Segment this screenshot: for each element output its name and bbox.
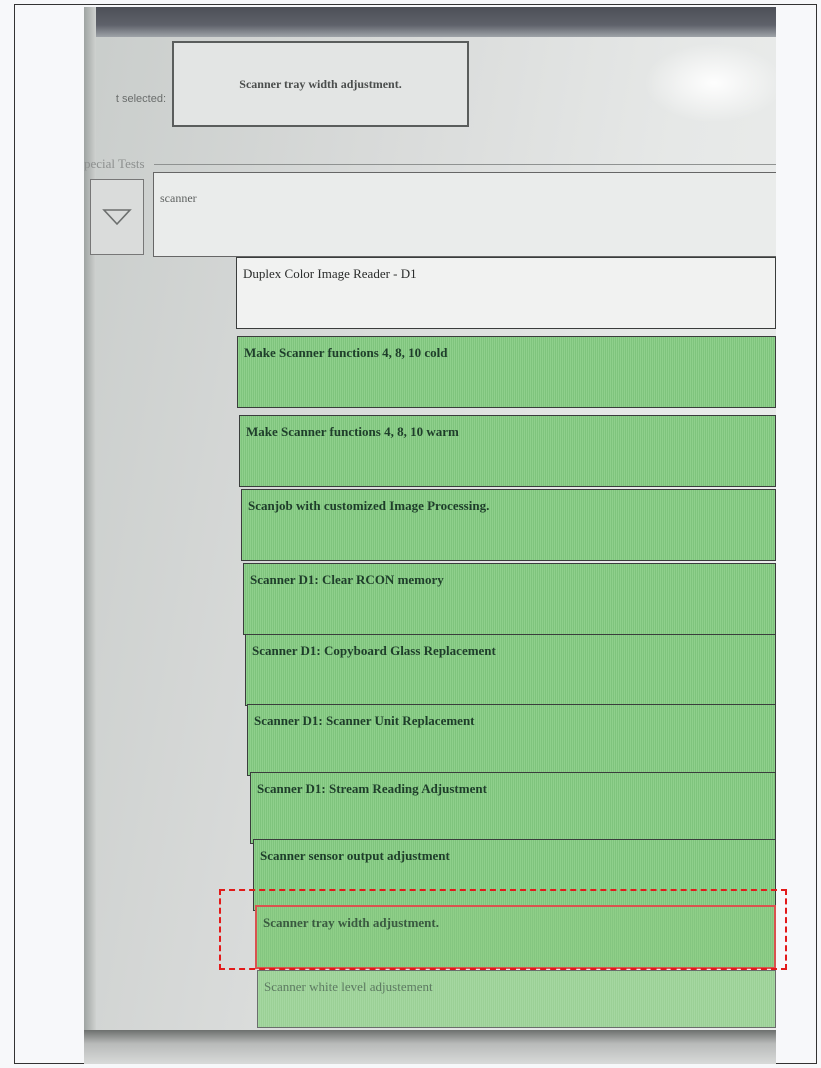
list-item-make-scanner-cold[interactable]: Make Scanner functions 4, 8, 10 cold [237,336,776,408]
list-item-stream-reading-adjustment[interactable]: Scanner D1: Stream Reading Adjustment [250,772,776,844]
list-item-duplex-color-image-reader[interactable]: Duplex Color Image Reader - D1 [236,257,776,329]
list-item-white-level-adjustment[interactable]: Scanner white level adjustement [257,970,776,1028]
list-item-copyboard-glass-replacement[interactable]: Scanner D1: Copyboard Glass Replacement [245,634,776,706]
list-item-clear-rcon-memory[interactable]: Scanner D1: Clear RCON memory [243,563,776,635]
selection-highlight-box [219,889,787,970]
bottom-bezel [84,1030,776,1064]
list-item-make-scanner-warm[interactable]: Make Scanner functions 4, 8, 10 warm [239,415,776,487]
list-item-scanjob-image-processing[interactable]: Scanjob with customized Image Processing… [241,489,776,561]
list-item-scanner-unit-replacement[interactable]: Scanner D1: Scanner Unit Replacement [247,704,776,776]
